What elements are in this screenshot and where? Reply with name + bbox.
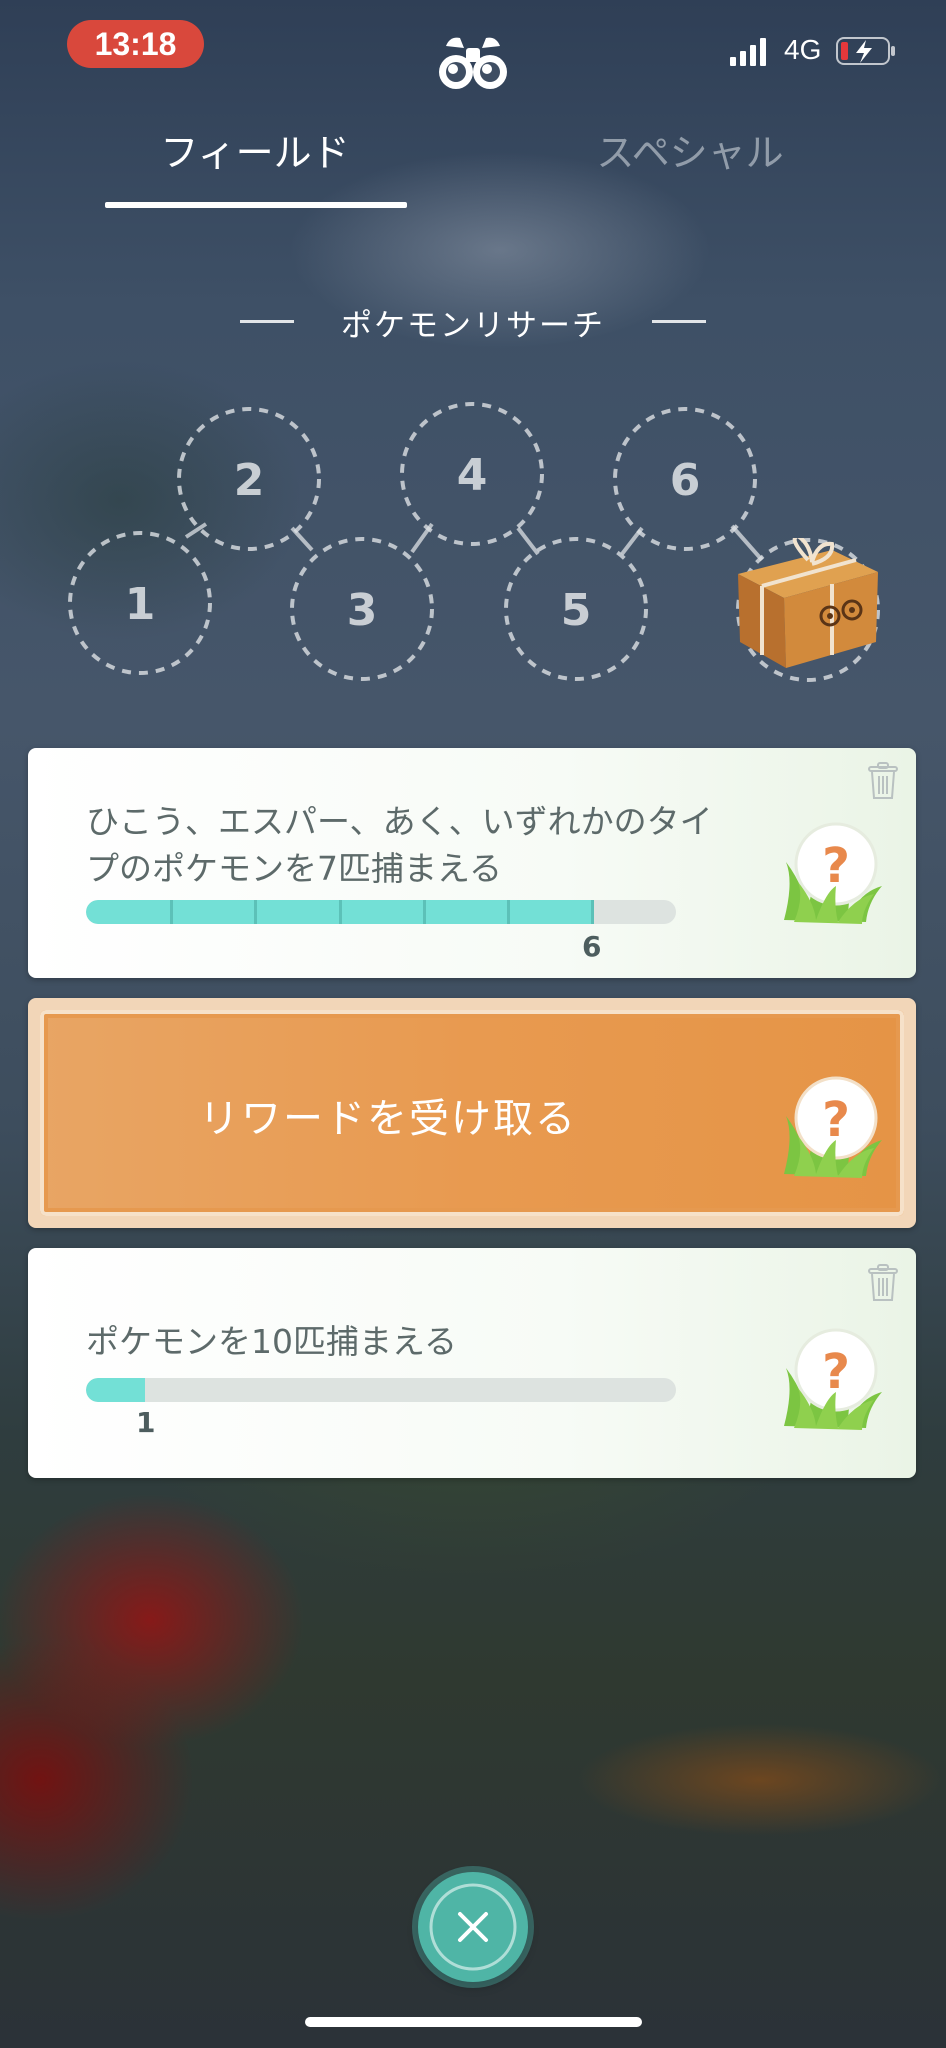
task-progress-fill — [86, 1378, 145, 1402]
home-indicator[interactable] — [305, 2017, 642, 2027]
mystery-reward-icon: ? — [784, 1328, 882, 1430]
battery-charging-low-icon — [836, 37, 895, 65]
task-description: ポケモンを10匹捕まえる — [86, 1322, 458, 1361]
task-description: ひこう、エスパー、あく、いずれかのタイプのポケモンを7匹捕まえる — [86, 802, 713, 888]
section-title: ポケモンリサーチ — [341, 308, 605, 344]
tab-field[interactable]: フィールド — [105, 122, 405, 177]
status-time: 13:18 — [67, 20, 204, 68]
progress-segment-divider — [339, 900, 342, 924]
mystery-reward-icon: ? — [784, 1076, 882, 1178]
network-label: 4G — [784, 34, 822, 65]
mystery-reward-icon: ? — [784, 822, 882, 924]
claim-reward-button[interactable]: リワードを受け取る ? — [28, 998, 916, 1228]
progress-segment-divider — [423, 900, 426, 924]
research-task-card[interactable]: ポケモンを10匹捕まえる 1 ? — [28, 1248, 916, 1478]
trash-icon[interactable] — [868, 762, 898, 800]
progress-segment-divider — [507, 900, 510, 924]
signal-bars-icon — [730, 38, 766, 66]
gift-box-icon — [738, 538, 878, 668]
research-task-card[interactable]: ひこう、エスパー、あく、いずれかのタイプのポケモンを7匹捕まえる 6 ? — [28, 748, 916, 978]
task-progress-bar — [86, 1378, 676, 1402]
claim-reward-label: リワードを受け取る — [199, 1096, 577, 1142]
task-progress-bar — [86, 900, 676, 924]
stamp-5-label: 5 — [561, 585, 592, 636]
trash-icon[interactable] — [868, 1264, 898, 1302]
binoculars-icon — [439, 37, 507, 89]
title-divider-right — [652, 320, 706, 323]
close-button[interactable] — [418, 1872, 528, 1982]
stamp-4-label: 4 — [457, 450, 488, 501]
tab-special[interactable]: スペシャル — [560, 122, 820, 177]
progress-segment-divider — [254, 900, 257, 924]
svg-text:?: ? — [822, 838, 850, 894]
close-icon — [429, 1883, 517, 1971]
stamp-2-label: 2 — [234, 455, 265, 506]
progress-segment-divider — [170, 900, 173, 924]
active-tab-indicator — [105, 202, 407, 208]
task-progress-count: 1 — [136, 1406, 156, 1439]
stamp-1-label: 1 — [125, 579, 156, 630]
stamp-3-label: 3 — [347, 585, 378, 636]
svg-text:?: ? — [822, 1092, 850, 1148]
task-progress-count: 6 — [582, 930, 602, 963]
progress-segment-divider — [591, 900, 594, 924]
svg-text:?: ? — [822, 1344, 850, 1400]
title-divider-left — [240, 320, 294, 323]
stamp-6-label: 6 — [670, 455, 701, 506]
